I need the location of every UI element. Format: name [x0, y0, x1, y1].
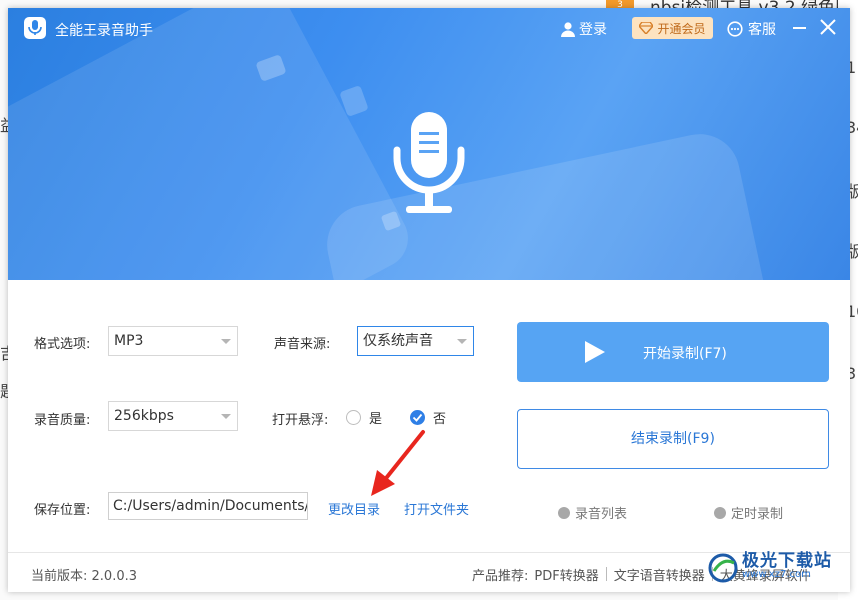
source-value: 仅系统声音 — [363, 333, 433, 349]
close-icon[interactable] — [818, 17, 838, 37]
watermark-url: www.xz7.com — [742, 569, 811, 580]
record-list-link[interactable]: 录音列表 — [558, 503, 627, 522]
app-title: 全能王录音助手 — [55, 23, 153, 39]
clock-icon — [714, 506, 726, 519]
stop-recording-label: 结束录制(F9) — [631, 431, 715, 447]
format-label: 格式选项: — [34, 337, 91, 352]
title-bar: 全能王录音助手 登录 开通会员 客服 — [8, 8, 850, 48]
float-no-radio[interactable]: 否 — [410, 408, 446, 427]
stop-recording-button[interactable]: 结束录制(F9) — [517, 409, 829, 469]
quality-label: 录音质量: — [34, 413, 91, 428]
version-info: 当前版本: 2.0.0.3 — [31, 565, 137, 584]
start-recording-button[interactable]: 开始录制(F7) — [517, 322, 829, 382]
format-value: MP3 — [114, 333, 144, 349]
banner-decoration — [319, 126, 777, 280]
chat-icon — [727, 21, 743, 37]
timer-recording-link[interactable]: 定时录制 — [714, 503, 783, 522]
version-prefix: 当前版本: — [31, 569, 88, 584]
radio-checked-icon — [410, 410, 425, 425]
annotation-arrow-icon — [371, 430, 425, 496]
save-path-input[interactable]: C:/Users/admin/Documents/3 — [108, 492, 308, 520]
service-button[interactable]: 客服 — [727, 19, 776, 39]
record-list-label: 录音列表 — [575, 507, 628, 522]
timer-recording-label: 定时录制 — [731, 507, 784, 522]
app-logo — [24, 17, 46, 39]
format-select[interactable]: MP3 — [108, 326, 238, 356]
chevron-down-icon — [457, 339, 467, 344]
float-no-label: 否 — [433, 412, 447, 427]
list-icon — [558, 506, 570, 519]
float-yes-label: 是 — [369, 412, 383, 427]
chevron-down-icon — [221, 339, 231, 344]
check-icon — [412, 413, 423, 422]
vip-label: 开通会员 — [657, 21, 706, 36]
source-label: 声音来源: — [274, 337, 331, 352]
user-icon — [561, 21, 575, 37]
float-yes-radio[interactable]: 是 — [346, 408, 382, 427]
watermark-logo-icon — [708, 553, 738, 583]
start-recording-label: 开始录制(F7) — [643, 346, 727, 362]
open-folder-link[interactable]: 打开文件夹 — [404, 499, 469, 518]
vip-button[interactable]: 开通会员 — [632, 17, 713, 39]
microphone-icon — [393, 112, 465, 213]
app-mic-icon — [28, 20, 42, 35]
chevron-down-icon — [221, 414, 231, 419]
watermark-title: 极光下载站 — [742, 551, 832, 571]
source-select[interactable]: 仅系统声音 — [357, 326, 474, 356]
recorder-window: 全能王录音助手 登录 开通会员 客服 格式选项: MP3 声音来源: 仅系统声音… — [8, 8, 850, 592]
header-banner — [8, 8, 850, 280]
quality-select[interactable]: 256kbps — [108, 401, 238, 431]
save-location-label: 保存位置: — [34, 503, 91, 518]
service-label: 客服 — [748, 22, 776, 38]
watermark-text: 极光下载站 www.xz7.com — [742, 551, 832, 582]
text-to-speech-link[interactable]: 文字语音转换器 — [614, 565, 705, 584]
pdf-converter-link[interactable]: PDF转换器 — [534, 565, 598, 584]
change-directory-link[interactable]: 更改目录 — [328, 499, 380, 518]
version-number: 2.0.0.3 — [91, 569, 138, 584]
login-label: 登录 — [579, 22, 607, 38]
separator — [605, 567, 607, 581]
close-glyph — [820, 19, 836, 35]
recommend-label: 产品推荐: — [472, 569, 529, 584]
watermark: 极光下载站 www.xz7.com — [708, 553, 832, 583]
play-icon — [585, 341, 605, 363]
diamond-icon — [639, 22, 654, 34]
login-button[interactable]: 登录 — [561, 19, 607, 39]
radio-circle — [346, 410, 361, 425]
minimize-icon[interactable] — [790, 17, 810, 37]
quality-value: 256kbps — [114, 408, 174, 424]
float-label: 打开悬浮: — [272, 413, 329, 428]
